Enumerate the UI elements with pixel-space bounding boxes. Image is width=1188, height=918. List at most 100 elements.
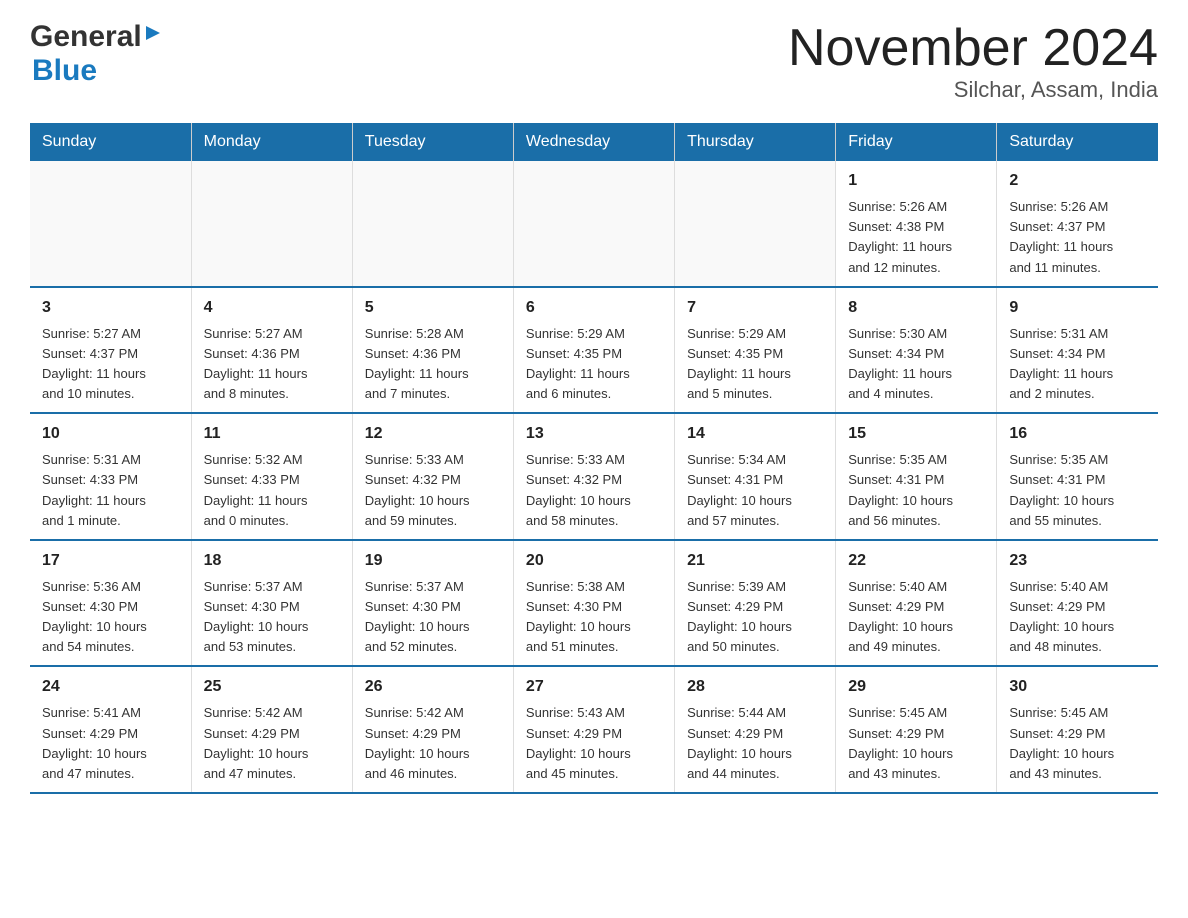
weekday-header-tuesday: Tuesday [352, 123, 513, 161]
weekday-header-sunday: Sunday [30, 123, 191, 161]
day-info: Sunrise: 5:41 AM Sunset: 4:29 PM Dayligh… [42, 703, 179, 784]
day-info: Sunrise: 5:26 AM Sunset: 4:38 PM Dayligh… [848, 197, 984, 278]
day-number: 16 [1009, 422, 1146, 446]
day-info: Sunrise: 5:30 AM Sunset: 4:34 PM Dayligh… [848, 324, 984, 405]
weekday-header-row: SundayMondayTuesdayWednesdayThursdayFrid… [30, 123, 1158, 161]
day-info: Sunrise: 5:31 AM Sunset: 4:33 PM Dayligh… [42, 450, 179, 531]
calendar-body: 1Sunrise: 5:26 AM Sunset: 4:38 PM Daylig… [30, 161, 1158, 793]
day-number: 6 [526, 296, 662, 320]
calendar-cell: 14Sunrise: 5:34 AM Sunset: 4:31 PM Dayli… [675, 413, 836, 540]
logo-general-text: General [30, 20, 142, 54]
day-number: 25 [204, 675, 340, 699]
day-number: 28 [687, 675, 823, 699]
logo: General Blue [30, 20, 164, 88]
day-info: Sunrise: 5:42 AM Sunset: 4:29 PM Dayligh… [204, 703, 340, 784]
day-info: Sunrise: 5:28 AM Sunset: 4:36 PM Dayligh… [365, 324, 501, 405]
day-info: Sunrise: 5:27 AM Sunset: 4:37 PM Dayligh… [42, 324, 179, 405]
day-number: 20 [526, 549, 662, 573]
weekday-header-friday: Friday [836, 123, 997, 161]
day-info: Sunrise: 5:29 AM Sunset: 4:35 PM Dayligh… [526, 324, 662, 405]
calendar-subtitle: Silchar, Assam, India [788, 77, 1158, 103]
logo-arrow-icon [142, 22, 164, 49]
day-info: Sunrise: 5:39 AM Sunset: 4:29 PM Dayligh… [687, 577, 823, 658]
calendar-cell: 1Sunrise: 5:26 AM Sunset: 4:38 PM Daylig… [836, 161, 997, 287]
day-info: Sunrise: 5:37 AM Sunset: 4:30 PM Dayligh… [204, 577, 340, 658]
day-info: Sunrise: 5:40 AM Sunset: 4:29 PM Dayligh… [1009, 577, 1146, 658]
day-number: 12 [365, 422, 501, 446]
calendar-cell: 29 Sunrise: 5:45 AM Sunset: 4:29 PM Dayli… [836, 666, 997, 793]
day-number: 17 [42, 549, 179, 573]
calendar-cell: 27Sunrise: 5:43 AM Sunset: 4:29 PM Dayli… [513, 666, 674, 793]
calendar-cell [675, 161, 836, 287]
calendar-cell: 7Sunrise: 5:29 AM Sunset: 4:35 PM Daylig… [675, 287, 836, 414]
calendar-cell: 16 Sunrise: 5:35 AM Sunset: 4:31 PM Dayli… [997, 413, 1158, 540]
calendar-cell: 21 Sunrise: 5:39 AM Sunset: 4:29 PM Dayli… [675, 540, 836, 667]
calendar-cell: 11 Sunrise: 5:32 AM Sunset: 4:33 PM Dayli… [191, 413, 352, 540]
calendar-cell: 15Sunrise: 5:35 AM Sunset: 4:31 PM Dayli… [836, 413, 997, 540]
calendar-cell: 2 Sunrise: 5:26 AM Sunset: 4:37 PM Daylig… [997, 161, 1158, 287]
day-info: Sunrise: 5:45 AM Sunset: 4:29 PM Dayligh… [848, 703, 984, 784]
day-number: 7 [687, 296, 823, 320]
day-info: Sunrise: 5:45 AM Sunset: 4:29 PM Dayligh… [1009, 703, 1146, 784]
day-info: Sunrise: 5:40 AM Sunset: 4:29 PM Dayligh… [848, 577, 984, 658]
day-number: 11 [204, 422, 340, 446]
week-row-3: 10 Sunrise: 5:31 AM Sunset: 4:33 PM Dayli… [30, 413, 1158, 540]
logo-blue-text: Blue [32, 54, 97, 88]
week-row-5: 24 Sunrise: 5:41 AM Sunset: 4:29 PM Dayli… [30, 666, 1158, 793]
day-number: 8 [848, 296, 984, 320]
day-number: 13 [526, 422, 662, 446]
calendar-cell: 8 Sunrise: 5:30 AM Sunset: 4:34 PM Daylig… [836, 287, 997, 414]
calendar-cell: 24 Sunrise: 5:41 AM Sunset: 4:29 PM Dayli… [30, 666, 191, 793]
calendar-cell: 30 Sunrise: 5:45 AM Sunset: 4:29 PM Dayli… [997, 666, 1158, 793]
day-info: Sunrise: 5:27 AM Sunset: 4:36 PM Dayligh… [204, 324, 340, 405]
calendar-title: November 2024 [788, 20, 1158, 77]
day-info: Sunrise: 5:33 AM Sunset: 4:32 PM Dayligh… [365, 450, 501, 531]
calendar-cell: 17 Sunrise: 5:36 AM Sunset: 4:30 PM Dayli… [30, 540, 191, 667]
day-number: 23 [1009, 549, 1146, 573]
day-info: Sunrise: 5:33 AM Sunset: 4:32 PM Dayligh… [526, 450, 662, 531]
calendar-cell: 13 Sunrise: 5:33 AM Sunset: 4:32 PM Dayli… [513, 413, 674, 540]
calendar-cell: 19 Sunrise: 5:37 AM Sunset: 4:30 PM Dayli… [352, 540, 513, 667]
day-number: 24 [42, 675, 179, 699]
day-number: 21 [687, 549, 823, 573]
day-info: Sunrise: 5:37 AM Sunset: 4:30 PM Dayligh… [365, 577, 501, 658]
calendar-cell: 6 Sunrise: 5:29 AM Sunset: 4:35 PM Daylig… [513, 287, 674, 414]
weekday-header-thursday: Thursday [675, 123, 836, 161]
calendar-cell: 20Sunrise: 5:38 AM Sunset: 4:30 PM Dayli… [513, 540, 674, 667]
day-info: Sunrise: 5:36 AM Sunset: 4:30 PM Dayligh… [42, 577, 179, 658]
week-row-1: 1Sunrise: 5:26 AM Sunset: 4:38 PM Daylig… [30, 161, 1158, 287]
calendar-cell: 26Sunrise: 5:42 AM Sunset: 4:29 PM Dayli… [352, 666, 513, 793]
day-info: Sunrise: 5:26 AM Sunset: 4:37 PM Dayligh… [1009, 197, 1146, 278]
page-header: General Blue November 2024 Silchar, Assa… [30, 20, 1158, 103]
weekday-header-saturday: Saturday [997, 123, 1158, 161]
day-number: 19 [365, 549, 501, 573]
week-row-2: 3 Sunrise: 5:27 AM Sunset: 4:37 PM Daylig… [30, 287, 1158, 414]
day-number: 26 [365, 675, 501, 699]
calendar-header: SundayMondayTuesdayWednesdayThursdayFrid… [30, 123, 1158, 161]
day-number: 2 [1009, 169, 1146, 193]
calendar-cell: 23 Sunrise: 5:40 AM Sunset: 4:29 PM Dayli… [997, 540, 1158, 667]
day-number: 29 [848, 675, 984, 699]
calendar-cell [191, 161, 352, 287]
day-number: 18 [204, 549, 340, 573]
day-info: Sunrise: 5:35 AM Sunset: 4:31 PM Dayligh… [1009, 450, 1146, 531]
day-number: 22 [848, 549, 984, 573]
day-info: Sunrise: 5:31 AM Sunset: 4:34 PM Dayligh… [1009, 324, 1146, 405]
calendar-cell [513, 161, 674, 287]
calendar-cell: 25 Sunrise: 5:42 AM Sunset: 4:29 PM Dayli… [191, 666, 352, 793]
calendar-cell: 28 Sunrise: 5:44 AM Sunset: 4:29 PM Dayli… [675, 666, 836, 793]
day-number: 15 [848, 422, 984, 446]
day-number: 3 [42, 296, 179, 320]
calendar-cell: 10 Sunrise: 5:31 AM Sunset: 4:33 PM Dayli… [30, 413, 191, 540]
calendar-cell: 4Sunrise: 5:27 AM Sunset: 4:36 PM Daylig… [191, 287, 352, 414]
weekday-header-wednesday: Wednesday [513, 123, 674, 161]
calendar-table: SundayMondayTuesdayWednesdayThursdayFrid… [30, 123, 1158, 794]
title-block: November 2024 Silchar, Assam, India [788, 20, 1158, 103]
day-info: Sunrise: 5:32 AM Sunset: 4:33 PM Dayligh… [204, 450, 340, 531]
calendar-cell: 12 Sunrise: 5:33 AM Sunset: 4:32 PM Dayli… [352, 413, 513, 540]
day-number: 5 [365, 296, 501, 320]
day-number: 30 [1009, 675, 1146, 699]
day-number: 10 [42, 422, 179, 446]
calendar-cell: 22 Sunrise: 5:40 AM Sunset: 4:29 PM Dayli… [836, 540, 997, 667]
day-info: Sunrise: 5:44 AM Sunset: 4:29 PM Dayligh… [687, 703, 823, 784]
